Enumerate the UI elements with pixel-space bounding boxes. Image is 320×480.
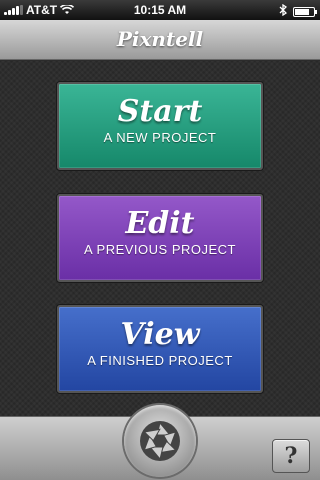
view-title: View	[120, 317, 200, 352]
bottom-toolbar: ?	[0, 405, 320, 480]
edit-subtitle: A PREVIOUS PROJECT	[83, 242, 237, 257]
battery-fill	[295, 8, 309, 15]
help-button[interactable]: ?	[272, 439, 310, 473]
start-subtitle: A NEW PROJECT	[103, 130, 217, 145]
camera-button[interactable]	[124, 405, 196, 477]
start-title: Start	[117, 94, 203, 129]
app-screen: AT&T 10:15 AM Pixntell Start A NEW PROJE…	[0, 0, 320, 480]
start-new-project-button[interactable]: Start A NEW PROJECT	[57, 82, 263, 170]
view-finished-project-button[interactable]: View A FINISHED PROJECT	[57, 305, 263, 393]
edit-previous-project-button[interactable]: Edit A PREVIOUS PROJECT	[57, 194, 263, 282]
battery-icon	[293, 6, 317, 17]
status-time: 10:15 AM	[133, 3, 187, 17]
aperture-icon	[140, 421, 180, 461]
nav-bar: Pixntell	[0, 20, 320, 60]
edit-title: Edit	[125, 206, 195, 241]
status-bar: AT&T 10:15 AM	[0, 0, 320, 20]
main-menu: Start A NEW PROJECT Edit A PREVIOUS PROJ…	[0, 61, 320, 416]
app-title: Pixntell	[116, 27, 204, 51]
status-right	[279, 3, 317, 19]
bluetooth-icon	[279, 3, 288, 19]
view-subtitle: A FINISHED PROJECT	[87, 353, 233, 368]
